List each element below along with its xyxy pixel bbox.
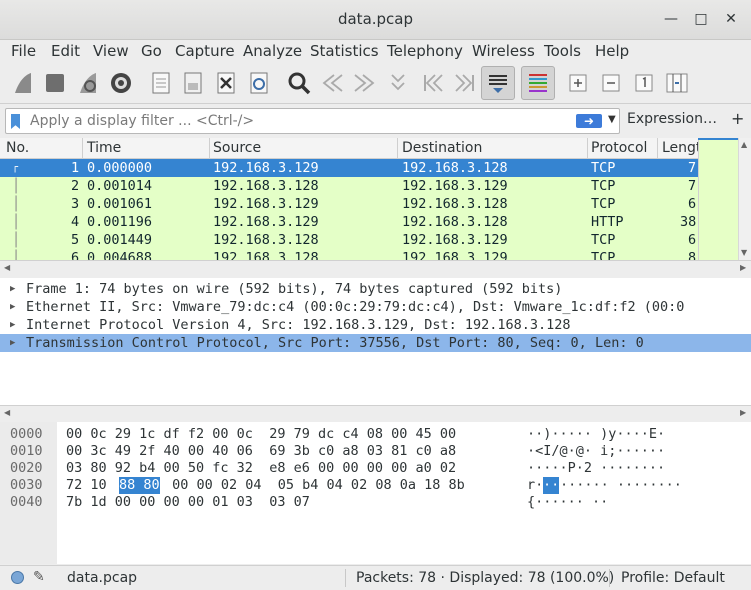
add-filter-button[interactable]: + (731, 109, 744, 128)
column-source[interactable]: Source (213, 140, 261, 156)
menu-tools[interactable]: Tools (544, 42, 581, 60)
capture-options-icon[interactable] (106, 68, 136, 98)
zoom-in-icon[interactable] (563, 68, 593, 98)
go-to-packet-icon[interactable] (383, 68, 413, 98)
detail-row-ethernet[interactable]: ▶ Ethernet II, Src: Vmware_79:dc:c4 (00:… (0, 298, 751, 316)
detail-row-frame[interactable]: ▶ Frame 1: 74 bytes on wire (592 bits), … (0, 280, 751, 298)
packet-details[interactable]: ▶ Frame 1: 74 bytes on wire (592 bits), … (0, 278, 751, 406)
restart-capture-icon[interactable] (73, 68, 103, 98)
expression-button[interactable]: Expression… (627, 111, 717, 127)
start-capture-icon[interactable] (8, 68, 38, 98)
title-bar: data.pcap — □ ✕ (0, 0, 751, 40)
column-time[interactable]: Time (87, 140, 121, 156)
bytes-row[interactable]: 0020 03 80 92 b4 00 50 fc 32 e8 e6 00 00… (0, 460, 751, 477)
packet-list[interactable]: No. Time Source Destination Protocol Len… (0, 138, 751, 260)
open-file-icon[interactable] (146, 68, 176, 98)
display-filter-input[interactable] (28, 111, 568, 131)
menu-capture[interactable]: Capture (175, 42, 235, 60)
expand-arrow-icon[interactable]: ▶ (10, 334, 15, 352)
save-file-icon[interactable] (178, 68, 208, 98)
scroll-left-icon[interactable]: ◀ (4, 408, 10, 417)
close-file-icon[interactable] (211, 68, 241, 98)
minimize-icon[interactable]: — (662, 10, 680, 28)
maximize-icon[interactable]: □ (692, 10, 710, 28)
menu-statistics[interactable]: Statistics (310, 42, 379, 60)
colorize-icon[interactable] (521, 66, 555, 100)
table-row[interactable]: │ 6 0.004688 192.168.3.128 192.168.3.129… (0, 249, 698, 260)
status-profile[interactable]: Profile: Default (621, 570, 725, 586)
packet-list-vertical-scrollbar[interactable]: ▲ ▼ (738, 138, 751, 260)
status-packets: Packets: 78 · Displayed: 78 (100.0%) (356, 570, 615, 586)
scroll-right-icon[interactable]: ▶ (740, 263, 746, 272)
menu-help[interactable]: Help (595, 42, 629, 60)
column-destination[interactable]: Destination (402, 140, 482, 156)
column-length[interactable]: Lengt (662, 140, 701, 156)
menu-view[interactable]: View (93, 42, 129, 60)
menu-bar: File Edit View Go Capture Analyze Statis… (0, 40, 751, 62)
expert-info-icon[interactable] (11, 571, 24, 584)
table-row[interactable]: │ 4 0.001196 192.168.3.129 192.168.3.128… (0, 213, 698, 231)
menu-go[interactable]: Go (141, 42, 162, 60)
go-back-icon[interactable] (317, 68, 347, 98)
first-packet-icon[interactable] (418, 68, 448, 98)
table-row[interactable]: ┌ 1 0.000000 192.168.3.129 192.168.3.128… (0, 159, 698, 177)
scroll-left-icon[interactable]: ◀ (4, 263, 10, 272)
detail-row-ip[interactable]: ▶ Internet Protocol Version 4, Src: 192.… (0, 316, 751, 334)
display-filter-field[interactable]: ➜ ▼ (5, 108, 620, 134)
packet-bytes[interactable]: 0000 00 0c 29 1c df f2 00 0c 29 79 dc c4… (0, 422, 751, 564)
column-no[interactable]: No. (6, 140, 29, 156)
close-window-icon[interactable]: ✕ (722, 10, 740, 28)
edit-comment-icon[interactable]: ✎ (33, 569, 45, 585)
table-row[interactable]: │ 3 0.001061 192.168.3.129 192.168.3.128… (0, 195, 698, 213)
packet-list-horizontal-scrollbar[interactable]: ◀ ▶ (0, 260, 751, 276)
go-forward-icon[interactable] (350, 68, 380, 98)
table-row[interactable]: │ 2 0.001014 192.168.3.128 192.168.3.129… (0, 177, 698, 195)
bytes-row[interactable]: 0010 00 3c 49 2f 40 00 40 06 69 3b c0 a8… (0, 443, 751, 460)
reload-file-icon[interactable] (244, 68, 274, 98)
highlighted-bytes: 88 80 (119, 477, 160, 494)
status-file: data.pcap (67, 570, 138, 586)
scroll-down-icon[interactable]: ▼ (741, 248, 747, 257)
minimap-selection-marker (698, 138, 738, 140)
menu-wireless[interactable]: Wireless (472, 42, 535, 60)
expand-arrow-icon[interactable]: ▶ (10, 298, 15, 316)
zoom-out-icon[interactable] (596, 68, 626, 98)
resize-columns-icon[interactable] (662, 68, 692, 98)
last-packet-icon[interactable] (450, 68, 480, 98)
find-packet-icon[interactable] (284, 68, 314, 98)
bytes-row[interactable]: 0030 72 10 88 80 00 00 02 04 05 b4 04 02… (0, 477, 751, 494)
table-row[interactable]: │ 5 0.001449 192.168.3.128 192.168.3.129… (0, 231, 698, 249)
scroll-up-icon[interactable]: ▲ (741, 140, 747, 149)
normal-size-icon[interactable] (629, 68, 659, 98)
bytes-row[interactable]: 0040 7b 1d 00 00 00 00 01 03 03 07 {····… (0, 494, 751, 511)
display-filter-bar: ➜ ▼ Expression… + (0, 105, 751, 135)
bookmark-icon[interactable] (11, 114, 20, 129)
expand-arrow-icon[interactable]: ▶ (10, 280, 15, 298)
menu-telephony[interactable]: Telephony (387, 42, 463, 60)
window-title: data.pcap (337, 10, 414, 28)
packet-minimap[interactable] (698, 138, 738, 260)
menu-edit[interactable]: Edit (51, 42, 80, 60)
conversation-bracket-icon: ┌ (12, 162, 19, 173)
chevron-down-icon[interactable]: ▼ (608, 114, 616, 125)
main-toolbar (0, 62, 751, 104)
auto-scroll-icon[interactable] (481, 66, 515, 100)
details-horizontal-scrollbar[interactable]: ◀ ▶ (0, 405, 751, 421)
highlighted-ascii: ·· (543, 477, 560, 494)
detail-row-tcp[interactable]: ▶ Transmission Control Protocol, Src Por… (0, 334, 751, 352)
apply-filter-arrow-icon[interactable]: ➜ (576, 114, 602, 128)
scroll-right-icon[interactable]: ▶ (740, 408, 746, 417)
stop-capture-icon[interactable] (40, 68, 70, 98)
menu-file[interactable]: File (11, 42, 36, 60)
packet-list-header: No. Time Source Destination Protocol Len… (0, 138, 701, 159)
expand-arrow-icon[interactable]: ▶ (10, 316, 15, 334)
column-protocol[interactable]: Protocol (591, 140, 647, 156)
menu-analyze[interactable]: Analyze (243, 42, 302, 60)
status-bar: ✎ data.pcap Packets: 78 · Displayed: 78 … (0, 565, 751, 590)
bytes-row[interactable]: 0000 00 0c 29 1c df f2 00 0c 29 79 dc c4… (0, 426, 751, 443)
